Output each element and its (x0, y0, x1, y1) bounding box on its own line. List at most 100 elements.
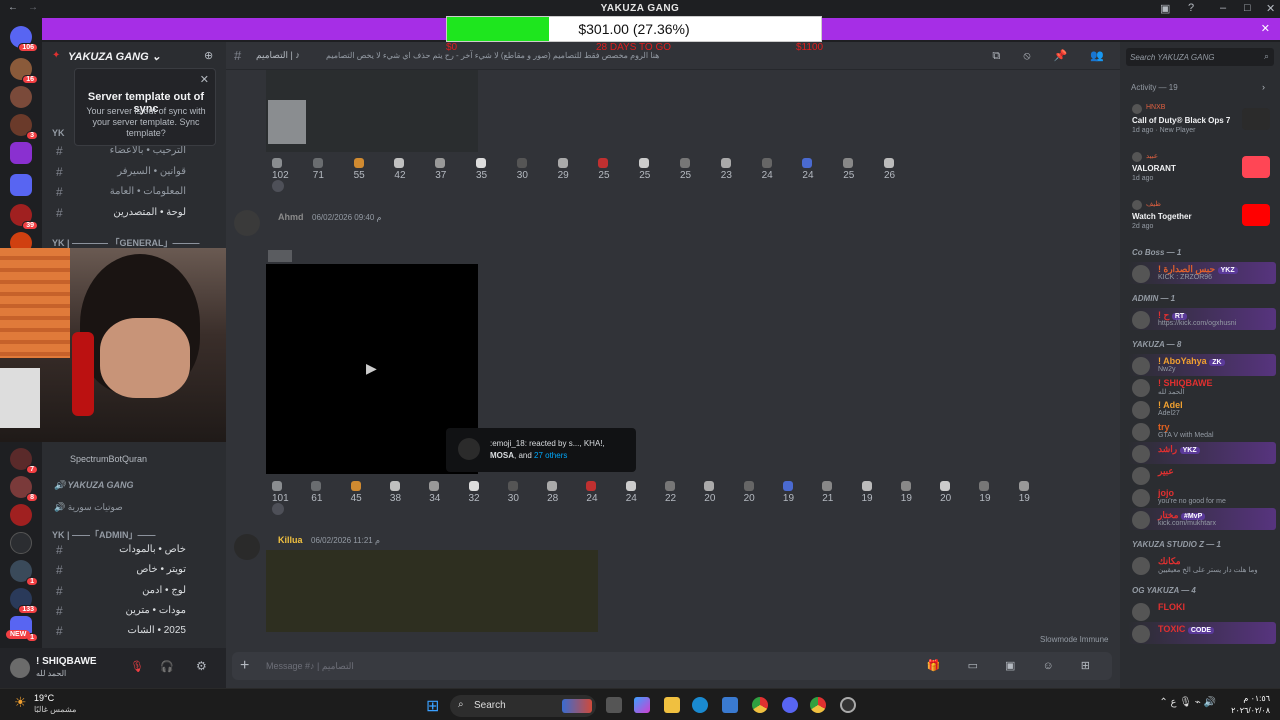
obs-icon[interactable] (840, 697, 856, 713)
header-icons[interactable]: ⧉ ⦸ 📌 👥 (992, 49, 1114, 63)
voice-user[interactable]: SpectrumBotQuran (70, 454, 147, 464)
windows-start-icon[interactable]: ⊞ (426, 696, 439, 716)
store-icon[interactable] (722, 697, 738, 713)
member-row[interactable]: ! SHIQBAWE الحمد لله (1128, 376, 1276, 398)
plus-icon[interactable]: + (240, 657, 249, 675)
add-reaction-icon[interactable] (272, 180, 284, 192)
chevron-right-icon[interactable]: › (1262, 82, 1265, 92)
reaction-chip[interactable]: 20 (743, 481, 760, 504)
avatar[interactable] (234, 210, 260, 236)
play-icon[interactable]: ▶ (366, 360, 377, 377)
composer-icons[interactable]: 🎁 ▭ ▣ ☺ ⊞ (927, 659, 1102, 672)
reaction-chip[interactable]: 38 (389, 481, 406, 504)
folder-icon[interactable] (10, 174, 32, 196)
inbox-icon[interactable]: ▣ (1160, 2, 1170, 15)
search-input[interactable] (1130, 51, 1250, 63)
add-reaction-icon[interactable] (272, 503, 284, 515)
reaction-chip[interactable]: 101 (272, 481, 289, 504)
reaction-chip[interactable]: 24 (802, 158, 818, 181)
reaction-chip[interactable]: 25 (598, 158, 614, 181)
maximize-icon[interactable]: □ (1244, 2, 1251, 14)
chrome-icon[interactable] (810, 697, 826, 713)
reaction-chip[interactable]: 24 (625, 481, 642, 504)
member-row[interactable]: مختار #MvP kick.com/mukhtarx (1128, 508, 1276, 530)
server-icon[interactable] (10, 532, 32, 554)
tooltip-body[interactable]: Your server is out of sync with your ser… (83, 106, 209, 139)
server-icon[interactable]: 133 (10, 588, 38, 614)
server-icon[interactable]: 39 (10, 204, 38, 230)
copilot-icon[interactable] (634, 697, 650, 713)
channel-twitter[interactable]: # تويتر • خاص (42, 561, 226, 579)
temperature[interactable]: 19°C (34, 693, 54, 703)
reaction-chip[interactable]: 23 (720, 158, 737, 181)
channel-admin-log[interactable]: # لوج • ادمن (42, 582, 226, 600)
activity-card[interactable]: عبيد VALORANT 1d ago (1128, 150, 1274, 186)
help-icon[interactable]: ? (1188, 2, 1194, 14)
activity-card[interactable]: ظيف Watch Together 2d ago (1128, 198, 1274, 234)
user-name[interactable]: ! SHIQBAWE (36, 656, 97, 667)
reaction-chip[interactable]: 25 (639, 158, 655, 181)
reaction-chip[interactable]: 55 (353, 158, 370, 181)
channel-mods[interactable]: # خاص • بالمودات (42, 541, 226, 559)
close-banner-icon[interactable]: ✕ (1261, 22, 1270, 35)
reaction-chip[interactable]: 24 (586, 481, 602, 504)
reaction-chip[interactable]: 20 (940, 481, 956, 504)
reaction-chip[interactable]: 20 (704, 481, 720, 504)
reaction-chip[interactable]: 19 (1018, 481, 1035, 504)
member-row[interactable]: عبير (1128, 464, 1276, 486)
close-window-icon[interactable]: ✕ (1266, 2, 1275, 15)
server-icon[interactable] (10, 504, 32, 526)
channel-rules[interactable]: # قوانين • السيرفر (42, 163, 226, 181)
reaction-chip[interactable]: 19 (782, 481, 799, 504)
category-yk[interactable]: YK (52, 128, 65, 138)
chrome-icon[interactable] (752, 697, 768, 713)
reaction-chip[interactable]: 26 (884, 158, 900, 181)
member-row[interactable]: ! حبس الصدارة YKZ KICK : ZRZOR96 (1128, 262, 1276, 284)
taskbar-search[interactable]: ⌕ Search (450, 695, 596, 717)
server-name[interactable]: YAKUZA GANG ⌄ (68, 50, 161, 63)
reaction-chip[interactable]: 37 (435, 158, 451, 181)
reaction-chip[interactable]: 24 (761, 158, 778, 181)
author-name[interactable]: Killua (278, 535, 303, 545)
reaction-chip[interactable]: 34 (429, 481, 445, 504)
reaction-chip[interactable]: 19 (900, 481, 917, 504)
member-row[interactable]: try GTA V with Medal (1128, 420, 1276, 442)
reaction-chip[interactable]: 19 (979, 481, 995, 504)
system-tray-icons[interactable]: ⌃ ع 🎙 ⌁ 🔊 (1159, 697, 1216, 708)
voice-channel[interactable]: 🔊 YAKUZA GANG (54, 480, 134, 491)
minimize-icon[interactable]: – (1220, 2, 1226, 14)
reaction-chip[interactable]: 32 (468, 481, 485, 504)
weather-icon[interactable]: ☀ (14, 694, 27, 711)
server-icon[interactable]: 7 (10, 448, 38, 474)
member-row[interactable]: ! Adel Adel27 (1128, 398, 1276, 420)
file-explorer-icon[interactable] (664, 697, 680, 713)
reaction-chip[interactable]: 29 (557, 158, 574, 181)
activity-card[interactable]: HNXB Call of Duty® Black Ops 7 1d ago · Ne… (1128, 102, 1274, 138)
reaction-chip[interactable]: 25 (843, 158, 859, 181)
edge-icon[interactable] (692, 697, 708, 713)
reaction-chip[interactable]: 45 (350, 481, 367, 504)
message-input[interactable] (266, 658, 966, 674)
add-member-icon[interactable]: ⊕ (204, 49, 213, 62)
member-row[interactable]: ! AboYahya ZK Nw2y (1128, 354, 1276, 376)
channel-chat-2025[interactable]: #2025 • الشات (42, 622, 226, 640)
category-admin[interactable]: YK | ——「ADMIN」—— (52, 528, 156, 541)
server-icon[interactable] (10, 142, 32, 164)
avatar[interactable] (234, 534, 260, 560)
member-row[interactable]: راشد YKZ (1128, 442, 1276, 464)
video-embed[interactable] (266, 70, 478, 152)
reaction-chip[interactable]: 102 (272, 158, 289, 181)
channel-leaderboard[interactable]: # لوحة • المتصدرين (42, 204, 226, 222)
reaction-chip[interactable]: 28 (547, 481, 563, 504)
clock[interactable]: ٠١:٥٦ م ٢٠٢٦/٠٢/٠٨ (1231, 693, 1270, 717)
reaction-chip[interactable]: 22 (665, 481, 681, 504)
discord-icon[interactable] (782, 697, 798, 713)
server-icon[interactable]: 16 (10, 58, 38, 84)
member-row[interactable]: مكانك وما هلت دار يستر على الخ معيقيين (1128, 554, 1276, 576)
reaction-chip[interactable]: 71 (312, 158, 329, 181)
reaction-chip[interactable]: 61 (311, 481, 327, 504)
reaction-chip[interactable]: 19 (861, 481, 878, 504)
reaction-chip[interactable]: 35 (476, 158, 492, 181)
member-row[interactable]: ! ح RT https://kick.com/ogxhusni (1128, 308, 1276, 330)
member-row[interactable]: FLOKI (1128, 600, 1276, 622)
